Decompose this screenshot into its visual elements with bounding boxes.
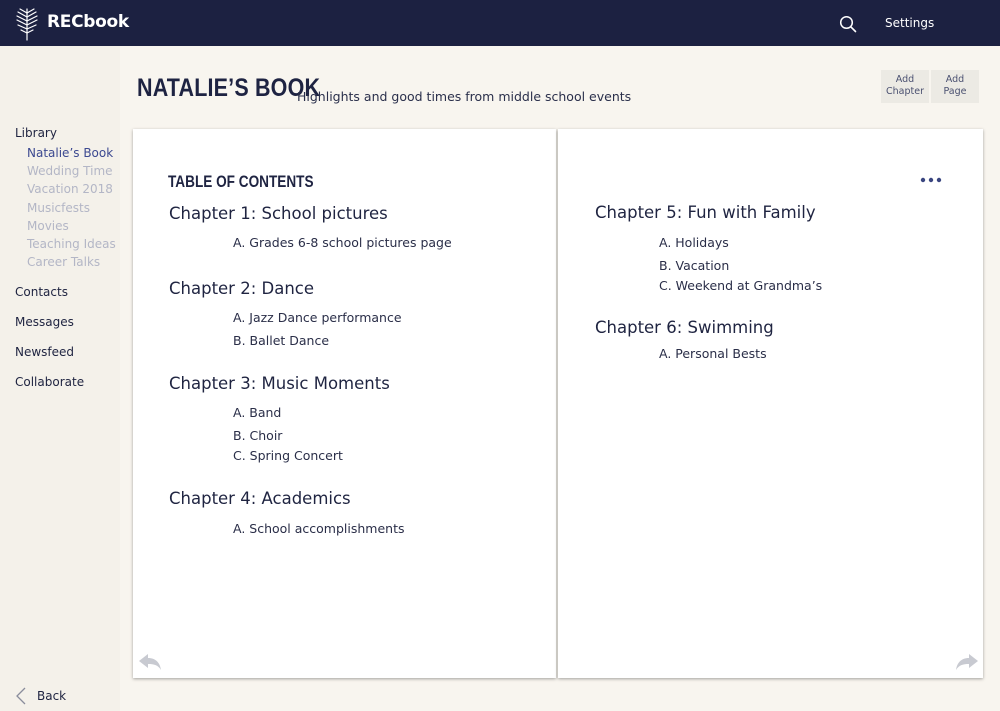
section-item[interactable]: A. Personal Bests: [659, 346, 767, 361]
page-title: NATALIE’S BOOK: [137, 74, 321, 102]
sidebar-book-teaching-ideas[interactable]: Teaching Ideas: [27, 237, 116, 251]
chapter-title[interactable]: Chapter 5: Fun with Family: [595, 203, 816, 222]
section-item[interactable]: A. Jazz Dance performance: [233, 310, 402, 325]
chevron-left-icon: [16, 687, 26, 705]
chapter-title[interactable]: Chapter 3: Music Moments: [169, 374, 390, 393]
sidebar-item-library[interactable]: Library: [15, 126, 57, 140]
section-item[interactable]: A. Band: [233, 405, 281, 420]
section-item[interactable]: A. School accomplishments: [233, 521, 405, 536]
book-page-left: TABLE OF CONTENTS Chapter 1: School pict…: [133, 129, 556, 678]
app-name[interactable]: RECbook: [47, 12, 129, 32]
chapter-title[interactable]: Chapter 6: Swimming: [595, 318, 774, 337]
sidebar-book-natalies-book[interactable]: Natalie’s Book: [27, 146, 113, 160]
section-item[interactable]: B. Ballet Dance: [233, 333, 329, 348]
sidebar-item-contacts[interactable]: Contacts: [15, 285, 68, 299]
chapter-title[interactable]: Chapter 2: Dance: [169, 279, 314, 298]
section-item[interactable]: B. Choir: [233, 428, 282, 443]
section-item[interactable]: C. Spring Concert: [233, 448, 343, 463]
sidebar-item-collaborate[interactable]: Collaborate: [15, 375, 84, 389]
book-page-right: Chapter 5: Fun with Family A. Holidays B…: [558, 129, 983, 678]
sidebar-book-career-talks[interactable]: Career Talks: [27, 255, 100, 269]
sidebar-item-messages[interactable]: Messages: [15, 315, 74, 329]
feather-icon[interactable]: [14, 7, 40, 41]
section-item[interactable]: C. Weekend at Grandma’s: [659, 278, 822, 293]
section-item[interactable]: A. Grades 6-8 school pictures page: [233, 235, 452, 250]
add-page-label-line2: Page: [943, 86, 967, 97]
arrow-back-icon[interactable]: [137, 652, 163, 672]
sidebar-book-wedding-time[interactable]: Wedding Time: [27, 164, 113, 178]
add-chapter-button[interactable]: Add Chapter: [881, 70, 929, 103]
back-button[interactable]: Back: [14, 686, 66, 706]
sidebar-book-vacation-2018[interactable]: Vacation 2018: [27, 182, 113, 196]
back-label: Back: [37, 689, 67, 703]
section-item[interactable]: B. Vacation: [659, 258, 729, 273]
section-item[interactable]: A. Holidays: [659, 235, 729, 250]
add-chapter-label-line2: Chapter: [886, 86, 924, 97]
add-chapter-label-line1: Add: [895, 74, 915, 85]
top-bar: RECbook Settings: [0, 0, 1000, 46]
arrow-forward-icon[interactable]: [954, 652, 980, 672]
add-page-button[interactable]: Add Page: [931, 70, 979, 103]
chapter-title[interactable]: Chapter 4: Academics: [169, 489, 351, 508]
settings-link[interactable]: Settings: [885, 16, 934, 30]
sidebar-book-movies[interactable]: Movies: [27, 219, 69, 233]
sidebar-book-musicfests[interactable]: Musicfests: [27, 201, 90, 215]
chapter-title[interactable]: Chapter 1: School pictures: [169, 204, 388, 223]
page-subtitle: Highlights and good times from middle sc…: [297, 89, 632, 104]
add-page-label-line1: Add: [945, 74, 965, 85]
toc-title: TABLE OF CONTENTS: [168, 172, 314, 191]
search-icon[interactable]: [839, 15, 857, 33]
more-dots-icon[interactable]: [920, 176, 942, 184]
sidebar-item-newsfeed[interactable]: Newsfeed: [15, 345, 74, 359]
